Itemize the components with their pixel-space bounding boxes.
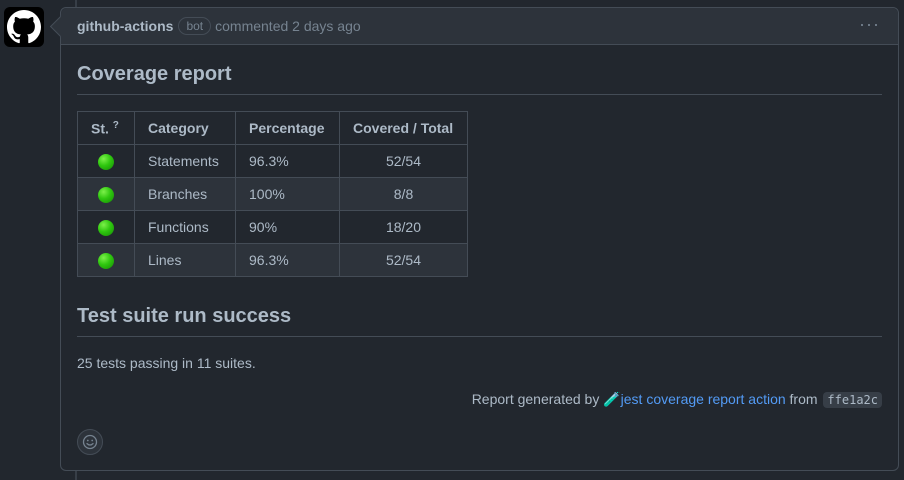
- avatar[interactable]: [4, 7, 44, 47]
- category-cell: Functions: [134, 210, 236, 244]
- github-logo-icon: [7, 10, 41, 44]
- add-reaction-button[interactable]: [77, 429, 103, 455]
- bot-badge: bot: [178, 17, 212, 35]
- green-circle-icon: [98, 186, 114, 203]
- test-summary: 25 tests passing in 11 suites.: [77, 355, 256, 371]
- status-cell: [77, 144, 135, 178]
- comment-author[interactable]: github-actions: [77, 18, 173, 34]
- header-percentage: Percentage: [235, 111, 340, 145]
- header-covered-total: Covered / Total: [339, 111, 468, 145]
- category-cell: Statements: [134, 144, 236, 178]
- table-row: Functions 90% 18/20: [77, 210, 468, 244]
- header-status: St. ?: [77, 111, 135, 145]
- action-link[interactable]: jest coverage report action: [621, 391, 786, 407]
- comment-box: github-actions bot commented 2 days ago …: [60, 7, 899, 471]
- footer-middle: from: [785, 391, 822, 407]
- comment-body: Coverage report St. ? Category Percentag…: [61, 63, 898, 408]
- percentage-cell: 96.3%: [235, 243, 340, 277]
- covered-cell: 52/54: [339, 144, 468, 178]
- coverage-heading: Coverage report: [77, 63, 882, 95]
- table-header-row: St. ? Category Percentage Covered / Tota…: [77, 111, 468, 145]
- coverage-table: St. ? Category Percentage Covered / Tota…: [77, 111, 468, 277]
- covered-cell: 18/20: [339, 210, 468, 244]
- commit-sha[interactable]: ffe1a2c: [823, 392, 882, 408]
- comment-timestamp[interactable]: commented 2 days ago: [215, 18, 361, 34]
- table-row: Lines 96.3% 52/54: [77, 243, 468, 277]
- green-circle-icon: [98, 252, 114, 269]
- status-cell: [77, 210, 135, 244]
- green-circle-icon: [98, 219, 114, 236]
- status-cell: [77, 243, 135, 277]
- smiley-icon: [82, 434, 98, 450]
- header-category: Category: [134, 111, 236, 145]
- test-suite-heading: Test suite run success: [77, 305, 882, 337]
- status-help-icon[interactable]: ?: [113, 120, 119, 131]
- footer-prefix: Report generated by: [471, 391, 604, 407]
- report-footer: Report generated by 🧪jest coverage repor…: [77, 391, 882, 408]
- percentage-cell: 90%: [235, 210, 340, 244]
- covered-cell: 8/8: [339, 177, 468, 211]
- percentage-cell: 100%: [235, 177, 340, 211]
- covered-cell: 52/54: [339, 243, 468, 277]
- green-circle-icon: [98, 153, 114, 170]
- percentage-cell: 96.3%: [235, 144, 340, 178]
- comment-header: github-actions bot commented 2 days ago …: [61, 8, 898, 45]
- table-row: Branches 100% 8/8: [77, 177, 468, 211]
- category-cell: Lines: [134, 243, 236, 277]
- status-cell: [77, 177, 135, 211]
- category-cell: Branches: [134, 177, 236, 211]
- more-options-icon[interactable]: ···: [859, 15, 880, 33]
- table-row: Statements 96.3% 52/54: [77, 144, 468, 178]
- test-tube-icon: 🧪: [603, 391, 621, 407]
